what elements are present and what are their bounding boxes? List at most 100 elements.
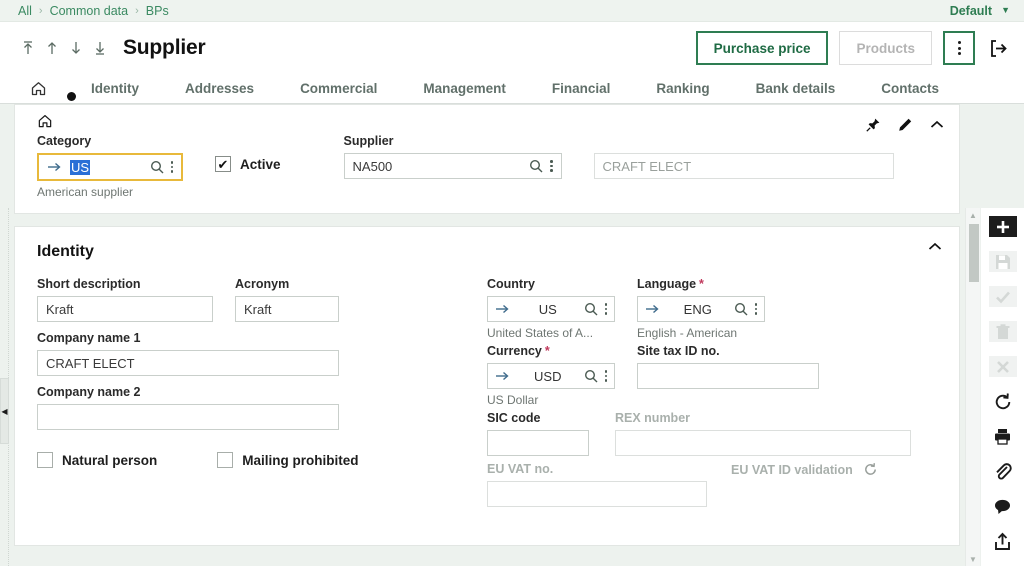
company-name-2-input[interactable] [37, 404, 339, 430]
products-button[interactable]: Products [839, 31, 932, 65]
new-icon[interactable] [988, 216, 1017, 237]
breadcrumb-item-common-data[interactable]: Common data [50, 4, 129, 18]
language-input[interactable]: ENG [637, 296, 765, 322]
breadcrumb-item-all[interactable]: All [18, 4, 32, 18]
collapse-chevron-icon[interactable] [929, 119, 945, 131]
search-icon[interactable] [734, 302, 748, 316]
vertical-scrollbar[interactable]: ▲ ▼ [965, 208, 980, 566]
country-input[interactable]: US [487, 296, 615, 322]
search-icon[interactable] [584, 302, 598, 316]
active-checkbox-row[interactable]: ✔ Active [215, 156, 281, 172]
short-description-input[interactable]: Kraft [37, 296, 213, 322]
field-currency: Currency * USD US Dollar [487, 344, 615, 407]
goto-arrow-icon[interactable] [495, 370, 510, 382]
tab-bank-details[interactable]: Bank details [756, 81, 836, 96]
left-panel-collapse-handle[interactable]: ◀ [0, 378, 9, 444]
work-area: ◀ Category US American supplier ✔ Active… [0, 104, 1024, 566]
exit-icon[interactable] [989, 39, 1008, 58]
tab-ranking[interactable]: Ranking [656, 81, 709, 96]
currency-sitetax-row: Currency * USD US Dollar Site tax ID no. [487, 344, 945, 407]
comment-icon[interactable] [989, 496, 1017, 517]
search-icon[interactable] [150, 160, 164, 174]
category-input[interactable]: US [37, 153, 183, 181]
goto-arrow-icon[interactable] [645, 303, 660, 315]
language-actions-icon[interactable] [754, 303, 757, 315]
nav-next-icon[interactable] [68, 38, 83, 58]
purchase-price-button[interactable]: Purchase price [695, 31, 829, 65]
goto-arrow-icon[interactable] [495, 303, 510, 315]
supplier-code-input[interactable]: NA500 [343, 153, 562, 179]
country-label: Country [487, 277, 535, 291]
category-actions-icon[interactable] [170, 161, 173, 173]
company-name-1-label: Company name 1 [37, 331, 141, 345]
currency-input[interactable]: USD [487, 363, 615, 389]
acronym-input[interactable]: Kraft [235, 296, 339, 322]
identity-panel: Identity Short description Kraft Acronym [14, 226, 960, 546]
tab-management[interactable]: Management [423, 81, 506, 96]
scroll-up-arrow-icon[interactable]: ▲ [966, 208, 980, 222]
supplier-name-input[interactable]: CRAFT ELECT [593, 153, 894, 179]
required-marker: * [544, 344, 550, 358]
home-icon [31, 82, 46, 96]
category-label: Category [37, 134, 92, 148]
mailing-prohibited-row[interactable]: Mailing prohibited [217, 452, 359, 468]
nav-last-icon[interactable] [92, 38, 107, 58]
scroll-down-arrow-icon[interactable]: ▼ [966, 552, 980, 566]
eu-vat-no-input[interactable] [487, 481, 707, 507]
rex-number-input[interactable] [615, 430, 911, 456]
field-category: Category US American supplier [37, 134, 183, 199]
profile-selector-label[interactable]: Default [950, 4, 992, 18]
pin-icon[interactable] [865, 117, 881, 133]
tab-addresses[interactable]: Addresses [185, 81, 254, 96]
identity-collapse-chevron-icon[interactable] [927, 241, 943, 253]
currency-value: USD [534, 368, 562, 384]
currency-label: Currency * [487, 344, 615, 358]
currency-label-text: Currency [487, 344, 542, 358]
tab-commercial[interactable]: Commercial [300, 81, 377, 96]
country-actions-icon[interactable] [604, 303, 607, 315]
rex-number-label: REX number [615, 411, 691, 425]
identity-fields-grid: Short description Kraft Acronym Kraft Co… [37, 277, 945, 507]
breadcrumb-item-bps[interactable]: BPs [146, 4, 169, 18]
nav-first-icon[interactable] [20, 38, 35, 58]
field-country: Country US United States of A... [487, 277, 615, 340]
active-label: Active [240, 156, 281, 172]
tab-identity[interactable]: Identity [91, 81, 139, 96]
site-tax-id-input[interactable] [637, 363, 819, 389]
actions-menu-button[interactable] [943, 31, 975, 65]
tab-contacts[interactable]: Contacts [881, 81, 939, 96]
eu-vat-refresh-icon[interactable] [863, 462, 878, 477]
supplier-actions-icon[interactable] [550, 160, 553, 172]
save-icon [988, 251, 1017, 272]
nav-previous-icon[interactable] [44, 38, 59, 58]
print-icon[interactable] [989, 426, 1017, 447]
chevron-down-icon[interactable]: ▼ [1001, 5, 1010, 15]
company-name-1-input[interactable]: CRAFT ELECT [37, 350, 339, 376]
search-icon[interactable] [529, 159, 543, 173]
mailing-prohibited-checkbox[interactable] [217, 452, 234, 468]
left-panel-edge: ◀ [0, 208, 9, 566]
site-tax-id-label: Site tax ID no. [637, 344, 720, 358]
currency-actions-icon[interactable] [604, 370, 607, 382]
attachment-icon[interactable] [989, 461, 1017, 482]
sic-code-input[interactable] [487, 430, 589, 456]
breadcrumb-separator: › [135, 4, 139, 17]
eu-vat-no-label: EU VAT no. [487, 462, 554, 476]
natural-person-row[interactable]: Natural person [37, 452, 157, 468]
acronym-value: Kraft [244, 301, 272, 317]
tab-home[interactable] [30, 80, 76, 101]
field-company-name-2: Company name 2 [37, 385, 487, 430]
tab-bar: Identity Addresses Commercial Management… [0, 74, 1024, 104]
scrollbar-thumb[interactable] [969, 224, 979, 282]
active-checkbox[interactable]: ✔ [215, 156, 231, 172]
tab-financial[interactable]: Financial [552, 81, 611, 96]
edit-pencil-icon[interactable] [897, 117, 913, 133]
export-icon[interactable] [989, 531, 1017, 552]
supplier-label: Supplier [343, 134, 394, 148]
goto-arrow-icon[interactable] [47, 161, 62, 173]
eu-vat-validation-row: EU VAT ID validation [731, 462, 878, 477]
identity-checkbox-row: Natural person Mailing prohibited [37, 452, 487, 468]
search-icon[interactable] [584, 369, 598, 383]
refresh-icon[interactable] [989, 391, 1017, 412]
natural-person-checkbox[interactable] [37, 452, 53, 468]
